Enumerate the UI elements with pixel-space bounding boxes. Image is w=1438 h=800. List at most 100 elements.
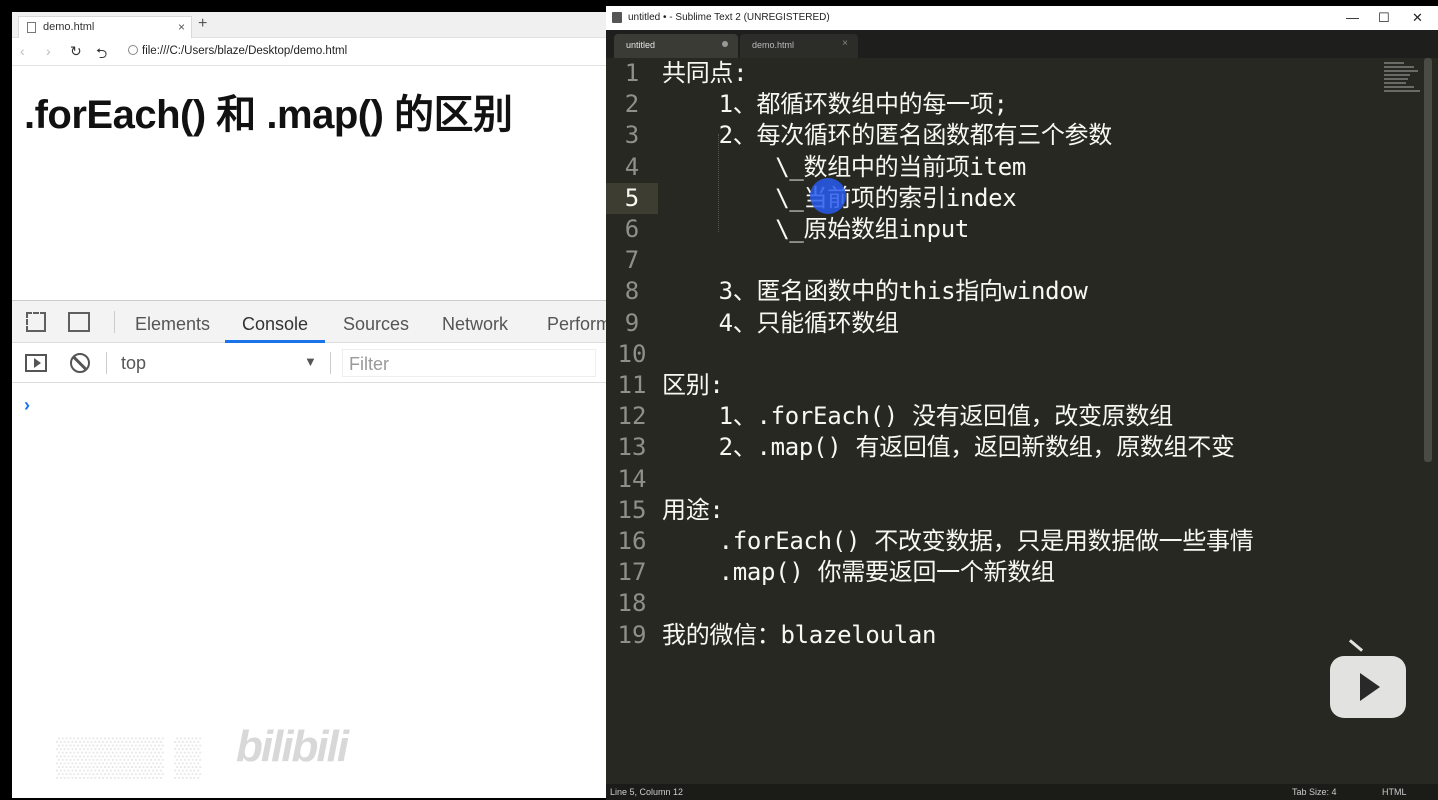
line-text: 区别: [662, 371, 724, 399]
line-number: 9 [624, 309, 640, 337]
forward-icon[interactable]: › [46, 43, 51, 59]
maximize-button[interactable]: ☐ [1378, 10, 1390, 26]
code-editor[interactable]: 1 共同点: 2 1、都循环数组中的每一项; 3 2、每次循环的匿名函数都有三个参数 4… [606, 58, 1422, 784]
minimize-button[interactable]: — [1346, 10, 1359, 25]
line-text: .map() 你需要返回一个新数组 [662, 558, 1055, 586]
code-line[interactable]: 11 区别: [606, 370, 1422, 401]
address-bar: ‹ › ↻ ⮌ file:///C:/Users/blaze/Desktop/d… [12, 38, 606, 66]
tab-console[interactable]: Console [242, 314, 308, 335]
sublime-titlebar: untitled • - Sublime Text 2 (UNREGISTERE… [606, 6, 1438, 30]
line-number: 19 [617, 621, 647, 649]
code-line[interactable]: 3 2、每次循环的匿名函数都有三个参数 [606, 120, 1422, 151]
code-line[interactable]: 13 2、.map() 有返回值，返回新数组，原数组不变 [606, 432, 1422, 463]
modified-dot-icon [722, 41, 728, 47]
line-number: 1 [624, 59, 640, 87]
code-line[interactable]: 2 1、都循环数组中的每一项; [606, 89, 1422, 120]
syntax-mode[interactable]: HTML [1382, 787, 1407, 797]
chevron-down-icon[interactable]: ▼ [304, 354, 317, 369]
line-text: \_数组中的当前项item [662, 153, 1026, 181]
sublime-app-icon [612, 12, 622, 23]
code-line[interactable]: 16 .forEach() 不改变数据，只是用数据做一些事情 [606, 526, 1422, 557]
console-toolbar: top ▼ Filter [12, 343, 606, 383]
line-number: 8 [624, 277, 640, 305]
clear-console-icon[interactable] [70, 353, 90, 373]
line-number: 16 [617, 527, 647, 555]
code-line[interactable]: 4 \_数组中的当前项item [606, 152, 1422, 183]
code-line[interactable]: 12 1、.forEach() 没有返回值，改变原数组 [606, 401, 1422, 432]
bilibili-watermark: bilibili [236, 722, 349, 771]
device-toolbar-icon[interactable] [68, 312, 90, 332]
close-icon[interactable]: × [842, 38, 848, 49]
line-number: 17 [617, 558, 647, 586]
code-line[interactable]: 6 \_原始数组input [606, 214, 1422, 245]
browser-window: demo.html × + ‹ › ↻ ⮌ file:///C:/Users/b… [12, 12, 606, 798]
page-heading: .forEach() 和 .map() 的区别 [24, 93, 513, 137]
play-icon[interactable] [1330, 656, 1406, 718]
line-text: 用途: [662, 496, 724, 524]
line-text: 3、匿名函数中的this指向window [662, 277, 1088, 305]
line-number: 5 [606, 183, 658, 214]
sidebar-toggle-icon[interactable] [25, 354, 47, 372]
code-line[interactable]: 18 [606, 588, 1422, 619]
tab-elements[interactable]: Elements [135, 314, 210, 335]
code-line[interactable]: 1 共同点: [606, 58, 1422, 89]
console-prompt[interactable]: › [24, 395, 30, 416]
line-text: 1、都循环数组中的每一项; [662, 90, 1008, 118]
vertical-scrollbar[interactable] [1424, 58, 1432, 462]
line-number: 3 [624, 121, 640, 149]
line-number: 12 [617, 402, 647, 430]
status-bar: Line 5, Column 12 Tab Size: 4 HTML [606, 784, 1438, 800]
tab-demo-html[interactable]: demo.html × [740, 34, 858, 58]
indent-guide [718, 134, 719, 232]
line-number: 13 [617, 433, 647, 461]
browser-tab-demo[interactable]: demo.html × [18, 16, 192, 38]
undo-icon[interactable]: ⮌ [96, 43, 107, 67]
filter-input[interactable]: Filter [342, 349, 596, 377]
reload-icon[interactable]: ↻ [70, 43, 82, 60]
url-input[interactable]: file:///C:/Users/blaze/Desktop/demo.html [142, 45, 347, 57]
code-line[interactable]: 15 用途: [606, 495, 1422, 526]
tab-size[interactable]: Tab Size: 4 [1292, 787, 1337, 797]
line-text: \_原始数组input [662, 215, 970, 243]
line-number: 11 [617, 371, 647, 399]
line-number: 14 [617, 465, 647, 493]
line-text: 1、.forEach() 没有返回值，改变原数组 [662, 402, 1174, 430]
tab-label: untitled [626, 40, 656, 50]
close-icon[interactable]: × [178, 20, 185, 34]
code-line[interactable]: 19 我的微信：blazeloulan [606, 620, 1422, 651]
site-info-icon[interactable] [128, 45, 138, 55]
browser-tab-title: demo.html [43, 21, 95, 33]
devtools-tabbar: Elements Console Sources Network Perform [12, 301, 606, 343]
line-number: 2 [624, 90, 640, 118]
tab-untitled[interactable]: untitled [614, 34, 738, 58]
divider [114, 311, 115, 333]
document-icon [27, 22, 36, 33]
line-number: 4 [624, 153, 640, 181]
code-line[interactable]: 8 3、匿名函数中的this指向window [606, 276, 1422, 307]
divider [106, 352, 107, 374]
line-number: 10 [617, 340, 647, 368]
back-icon[interactable]: ‹ [20, 43, 25, 59]
code-line[interactable]: 10 [606, 339, 1422, 370]
code-line[interactable]: 9 4、只能循环数组 [606, 308, 1422, 339]
code-line[interactable]: 17 .map() 你需要返回一个新数组 [606, 557, 1422, 588]
divider [330, 352, 331, 374]
tab-sources[interactable]: Sources [343, 314, 409, 335]
sublime-tabbar: untitled demo.html × [606, 30, 1438, 58]
line-text: 共同点: [662, 59, 748, 87]
code-line[interactable]: 14 [606, 464, 1422, 495]
code-line[interactable]: 5 \_当前项的索引index [606, 183, 1422, 214]
context-select[interactable]: top [121, 353, 146, 374]
new-tab-button[interactable]: + [198, 15, 207, 33]
line-text: .forEach() 不改变数据，只是用数据做一些事情 [662, 527, 1254, 555]
close-button[interactable]: ✕ [1412, 10, 1423, 26]
minimap[interactable] [1384, 62, 1424, 96]
mouse-cursor-highlight [810, 178, 846, 214]
sublime-window: untitled • - Sublime Text 2 (UNREGISTERE… [606, 6, 1438, 800]
inspect-element-icon[interactable] [26, 312, 46, 332]
cursor-position: Line 5, Column 12 [610, 787, 684, 797]
tab-network[interactable]: Network [442, 314, 508, 335]
line-number: 7 [624, 246, 640, 274]
code-line[interactable]: 7 [606, 245, 1422, 276]
tab-performance[interactable]: Perform [547, 314, 606, 335]
